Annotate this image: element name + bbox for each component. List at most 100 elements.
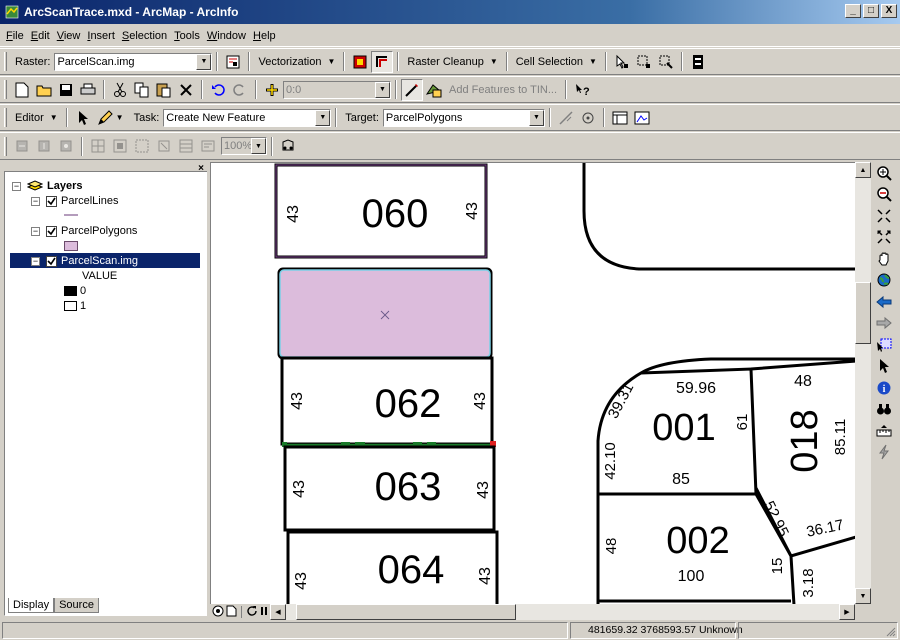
raster-select[interactable]: ParcelScan.img ▼ bbox=[54, 52, 213, 71]
fix-topology-error-icon[interactable] bbox=[153, 135, 175, 157]
undo-icon[interactable] bbox=[207, 79, 229, 101]
layer-visibility-checkbox[interactable] bbox=[46, 255, 57, 267]
collapse-icon[interactable]: − bbox=[12, 181, 21, 191]
cell-selection-menu[interactable]: Cell Selection ▼ bbox=[516, 56, 597, 68]
validate-topology-area-icon[interactable] bbox=[109, 135, 131, 157]
tab-source[interactable]: Source bbox=[54, 598, 99, 613]
zoom-in-icon[interactable] bbox=[872, 162, 896, 184]
toc-layer-parcellines[interactable]: − ParcelLines bbox=[31, 194, 118, 208]
scroll-thumb[interactable] bbox=[855, 282, 871, 344]
map-vertical-scrollbar[interactable]: ▲ ▼ bbox=[855, 162, 871, 604]
toc-layer-parcelpolygons[interactable]: − ParcelPolygons bbox=[31, 224, 137, 238]
show-shared-features-icon[interactable] bbox=[87, 135, 109, 157]
cut-icon[interactable] bbox=[109, 79, 131, 101]
pause-drawing-icon[interactable] bbox=[260, 605, 268, 620]
vectorization-menu[interactable]: Vectorization ▼ bbox=[258, 56, 335, 68]
raster-snapping-icon[interactable] bbox=[222, 51, 244, 73]
target-select[interactable]: ParcelPolygons ▼ bbox=[382, 108, 545, 127]
map-display[interactable]: 060 062 063 064 001 002 018 43 43 43 43 … bbox=[210, 162, 855, 604]
hyperlink-lightning-icon[interactable] bbox=[872, 442, 896, 464]
refresh-icon[interactable] bbox=[246, 605, 258, 620]
parcelpolygons-symbol[interactable] bbox=[64, 239, 78, 253]
redo-icon[interactable] bbox=[229, 79, 251, 101]
close-icon[interactable]: × bbox=[196, 164, 206, 174]
collapse-icon[interactable]: − bbox=[31, 256, 40, 266]
legend-item-1[interactable]: 1 bbox=[64, 299, 86, 313]
validate-topology-extent-icon[interactable] bbox=[131, 135, 153, 157]
parcellines-symbol[interactable] bbox=[64, 208, 78, 222]
editor-toolbar-icon[interactable] bbox=[401, 78, 423, 101]
paste-icon[interactable] bbox=[153, 79, 175, 101]
add-features-tin-icon[interactable] bbox=[423, 79, 445, 101]
save-icon[interactable] bbox=[55, 79, 77, 101]
trace-tool-icon[interactable] bbox=[371, 50, 394, 73]
topology-properties-icon[interactable] bbox=[197, 135, 219, 157]
menu-help[interactable]: Help bbox=[253, 30, 276, 42]
menu-insert[interactable]: Insert bbox=[87, 30, 115, 42]
add-features-tin-button[interactable]: Add Features to TIN... bbox=[449, 84, 557, 96]
chevron-down-icon[interactable]: ▼ bbox=[196, 53, 212, 70]
menu-tools[interactable]: Tools bbox=[174, 30, 200, 42]
menu-file[interactable]: File bbox=[6, 30, 24, 42]
go-back-extent-icon[interactable] bbox=[872, 291, 896, 313]
whats-this-help-icon[interactable]: ? bbox=[571, 79, 593, 101]
topology-reshape-icon[interactable] bbox=[33, 135, 55, 157]
street-curb-north[interactable] bbox=[582, 163, 855, 271]
measure-icon[interactable] bbox=[872, 420, 896, 442]
select-connected-cells-icon[interactable] bbox=[611, 51, 633, 73]
raster-cleanup-menu[interactable]: Raster Cleanup ▼ bbox=[407, 56, 497, 68]
data-view-icon[interactable] bbox=[212, 605, 224, 620]
identify-icon[interactable]: i bbox=[872, 377, 896, 399]
scroll-up-icon[interactable]: ▲ bbox=[855, 162, 871, 178]
street-curb-south[interactable] bbox=[596, 357, 855, 604]
scroll-right-icon[interactable]: ▶ bbox=[839, 604, 855, 620]
chevron-down-icon[interactable]: ▼ bbox=[315, 109, 331, 126]
fixed-zoom-out-icon[interactable] bbox=[872, 227, 896, 249]
error-inspector-icon[interactable] bbox=[175, 135, 197, 157]
select-features-icon[interactable] bbox=[872, 334, 896, 356]
delete-icon[interactable] bbox=[175, 79, 197, 101]
vectorization-trace-icon[interactable] bbox=[349, 51, 371, 73]
parcel-map[interactable]: 060 062 063 064 001 002 018 43 43 43 43 … bbox=[211, 163, 855, 604]
layer-visibility-checkbox[interactable] bbox=[46, 195, 57, 207]
layout-view-icon[interactable] bbox=[226, 605, 237, 620]
new-document-icon[interactable] bbox=[11, 79, 33, 101]
erase-cells-icon[interactable] bbox=[655, 51, 677, 73]
close-button[interactable]: X bbox=[881, 4, 897, 18]
chevron-down-icon[interactable]: ▼ bbox=[528, 109, 544, 126]
tab-display[interactable]: Display bbox=[8, 598, 55, 613]
layer-visibility-checkbox[interactable] bbox=[46, 225, 57, 237]
sketch-tool-pencil-icon[interactable] bbox=[94, 107, 116, 129]
scroll-down-icon[interactable]: ▼ bbox=[855, 588, 871, 604]
raster-cleanup-session-icon[interactable] bbox=[687, 51, 709, 73]
scroll-thumb[interactable] bbox=[296, 604, 516, 620]
topology-zoom-select[interactable]: 100% ▼ bbox=[221, 137, 267, 155]
go-forward-extent-icon[interactable] bbox=[872, 313, 896, 335]
find-binoculars-icon[interactable] bbox=[872, 399, 896, 421]
rotate-tool-icon[interactable] bbox=[577, 107, 599, 129]
minimize-button[interactable]: _ bbox=[845, 4, 861, 18]
split-tool-icon[interactable] bbox=[555, 107, 577, 129]
pan-hand-icon[interactable] bbox=[872, 248, 896, 270]
map-topology-icon[interactable] bbox=[277, 135, 299, 157]
toc-layer-parcelscan[interactable]: − ParcelScan.img bbox=[31, 254, 138, 268]
task-select[interactable]: Create New Feature ▼ bbox=[163, 108, 332, 127]
chevron-down-icon[interactable]: ▼ bbox=[375, 81, 390, 98]
map-scale-select[interactable]: 0:0 ▼ bbox=[283, 80, 391, 99]
scroll-left-icon[interactable]: ◀ bbox=[270, 604, 286, 620]
attributes-icon[interactable] bbox=[609, 107, 631, 129]
resize-grip-icon[interactable] bbox=[885, 626, 896, 640]
topology-modify-icon[interactable] bbox=[55, 135, 77, 157]
chevron-down-icon[interactable]: ▼ bbox=[251, 138, 266, 154]
legend-item-0[interactable]: 0 bbox=[64, 284, 86, 298]
menu-edit[interactable]: Edit bbox=[31, 30, 50, 42]
fixed-zoom-in-icon[interactable] bbox=[872, 205, 896, 227]
add-data-icon[interactable] bbox=[261, 79, 283, 101]
zoom-out-icon[interactable] bbox=[872, 184, 896, 206]
collapse-icon[interactable]: − bbox=[31, 226, 40, 236]
menu-selection[interactable]: Selection bbox=[122, 30, 167, 42]
map-horizontal-scrollbar[interactable]: ◀ ▶ bbox=[270, 604, 855, 620]
maximize-button[interactable]: □ bbox=[863, 4, 879, 18]
print-icon[interactable] bbox=[77, 79, 99, 101]
editor-menu[interactable]: Editor ▼ bbox=[15, 112, 58, 124]
